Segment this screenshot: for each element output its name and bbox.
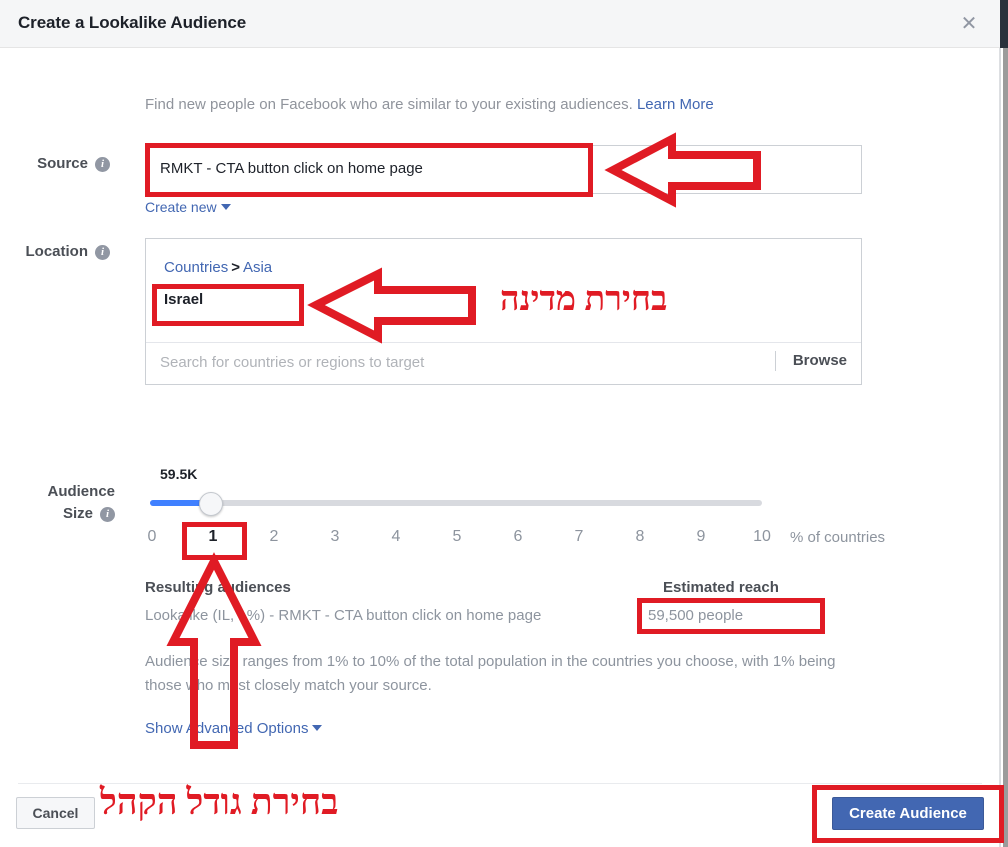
location-label: Location i — [10, 243, 110, 260]
source-label: Source i — [10, 155, 110, 172]
location-selector: Countries > Asia Israel Search for countri… — [145, 238, 862, 385]
audience-size-value-badge: 59.5K — [160, 466, 198, 482]
audience-size-slider-track[interactable] — [150, 500, 762, 506]
tick-4[interactable]: 4 — [381, 528, 411, 546]
screenshot-root: Create a Lookalike Audience ✕ Find new p… — [0, 0, 1008, 847]
location-search-input[interactable]: Search for countries or regions to targe… — [160, 354, 424, 371]
tick-7[interactable]: 7 — [564, 528, 594, 546]
create-lookalike-audience-dialog: Create a Lookalike Audience ✕ Find new p… — [0, 0, 1000, 847]
browse-divider — [775, 351, 776, 371]
location-info-icon[interactable]: i — [95, 245, 110, 260]
resulting-audiences-value: Lookalike (IL, 1%) - RMKT - CTA button c… — [145, 607, 542, 624]
create-audience-button[interactable]: Create Audience — [832, 797, 984, 830]
page-background-sliver — [1003, 48, 1008, 847]
breadcrumb: Countries > Asia — [164, 259, 272, 276]
tick-9[interactable]: 9 — [686, 528, 716, 546]
page-top-bar-sliver — [1000, 0, 1008, 48]
intro-description: Find new people on Facebook who are simi… — [145, 96, 633, 113]
source-label-text: Source — [37, 155, 88, 172]
chevron-down-icon-advanced — [312, 725, 323, 731]
source-info-icon[interactable]: i — [95, 157, 110, 172]
audience-size-slider-handle[interactable] — [199, 492, 223, 516]
audience-size-label-line1: Audience — [47, 483, 115, 500]
footer-divider — [18, 783, 982, 784]
browse-button[interactable]: Browse — [793, 352, 847, 369]
estimated-reach-heading: Estimated reach — [663, 579, 779, 596]
create-new-link[interactable]: Create new — [145, 199, 231, 215]
audience-size-description: Audience size ranges from 1% to 10% of t… — [145, 653, 836, 694]
intro-text: Find new people on Facebook who are simi… — [145, 96, 714, 113]
resulting-audiences-heading: Resulting audiences — [145, 579, 291, 596]
show-advanced-options-label: Show Advanced Options — [145, 720, 309, 737]
estimated-reach-value: 59,500 people — [648, 607, 744, 624]
tick-2[interactable]: 2 — [259, 528, 289, 546]
location-label-text: Location — [25, 243, 89, 260]
dialog-header: Create a Lookalike Audience ✕ — [0, 0, 1000, 48]
source-input[interactable]: RMKT - CTA button click on home page — [145, 145, 862, 194]
tick-1[interactable]: 1 — [198, 528, 228, 546]
show-advanced-options-link[interactable]: Show Advanced Options — [145, 720, 323, 737]
breadcrumb-separator: > — [231, 259, 240, 276]
audience-size-info-icon[interactable]: i — [100, 507, 115, 522]
tick-3[interactable]: 3 — [320, 528, 350, 546]
slider-unit-label: % of countries — [790, 529, 886, 546]
tick-6[interactable]: 6 — [503, 528, 533, 546]
tick-8[interactable]: 8 — [625, 528, 655, 546]
source-selected-value: RMKT - CTA button click on home page — [160, 160, 423, 177]
breadcrumb-countries[interactable]: Countries — [164, 259, 228, 276]
close-icon[interactable]: ✕ — [958, 12, 980, 34]
location-divider — [146, 342, 861, 343]
breadcrumb-asia[interactable]: Asia — [243, 259, 272, 276]
cancel-button[interactable]: Cancel — [16, 797, 95, 829]
tick-0[interactable]: 0 — [137, 528, 167, 546]
chevron-down-icon — [220, 204, 231, 210]
tick-5[interactable]: 5 — [442, 528, 472, 546]
selected-country-israel[interactable]: Israel — [164, 291, 203, 308]
tick-10[interactable]: 10 — [747, 528, 777, 546]
audience-size-label: Audience Size i — [10, 481, 115, 525]
audience-size-label-line2: Size — [62, 505, 93, 522]
dialog-title: Create a Lookalike Audience — [18, 13, 247, 32]
create-new-label: Create new — [145, 199, 217, 215]
learn-more-link[interactable]: Learn More — [637, 96, 714, 113]
